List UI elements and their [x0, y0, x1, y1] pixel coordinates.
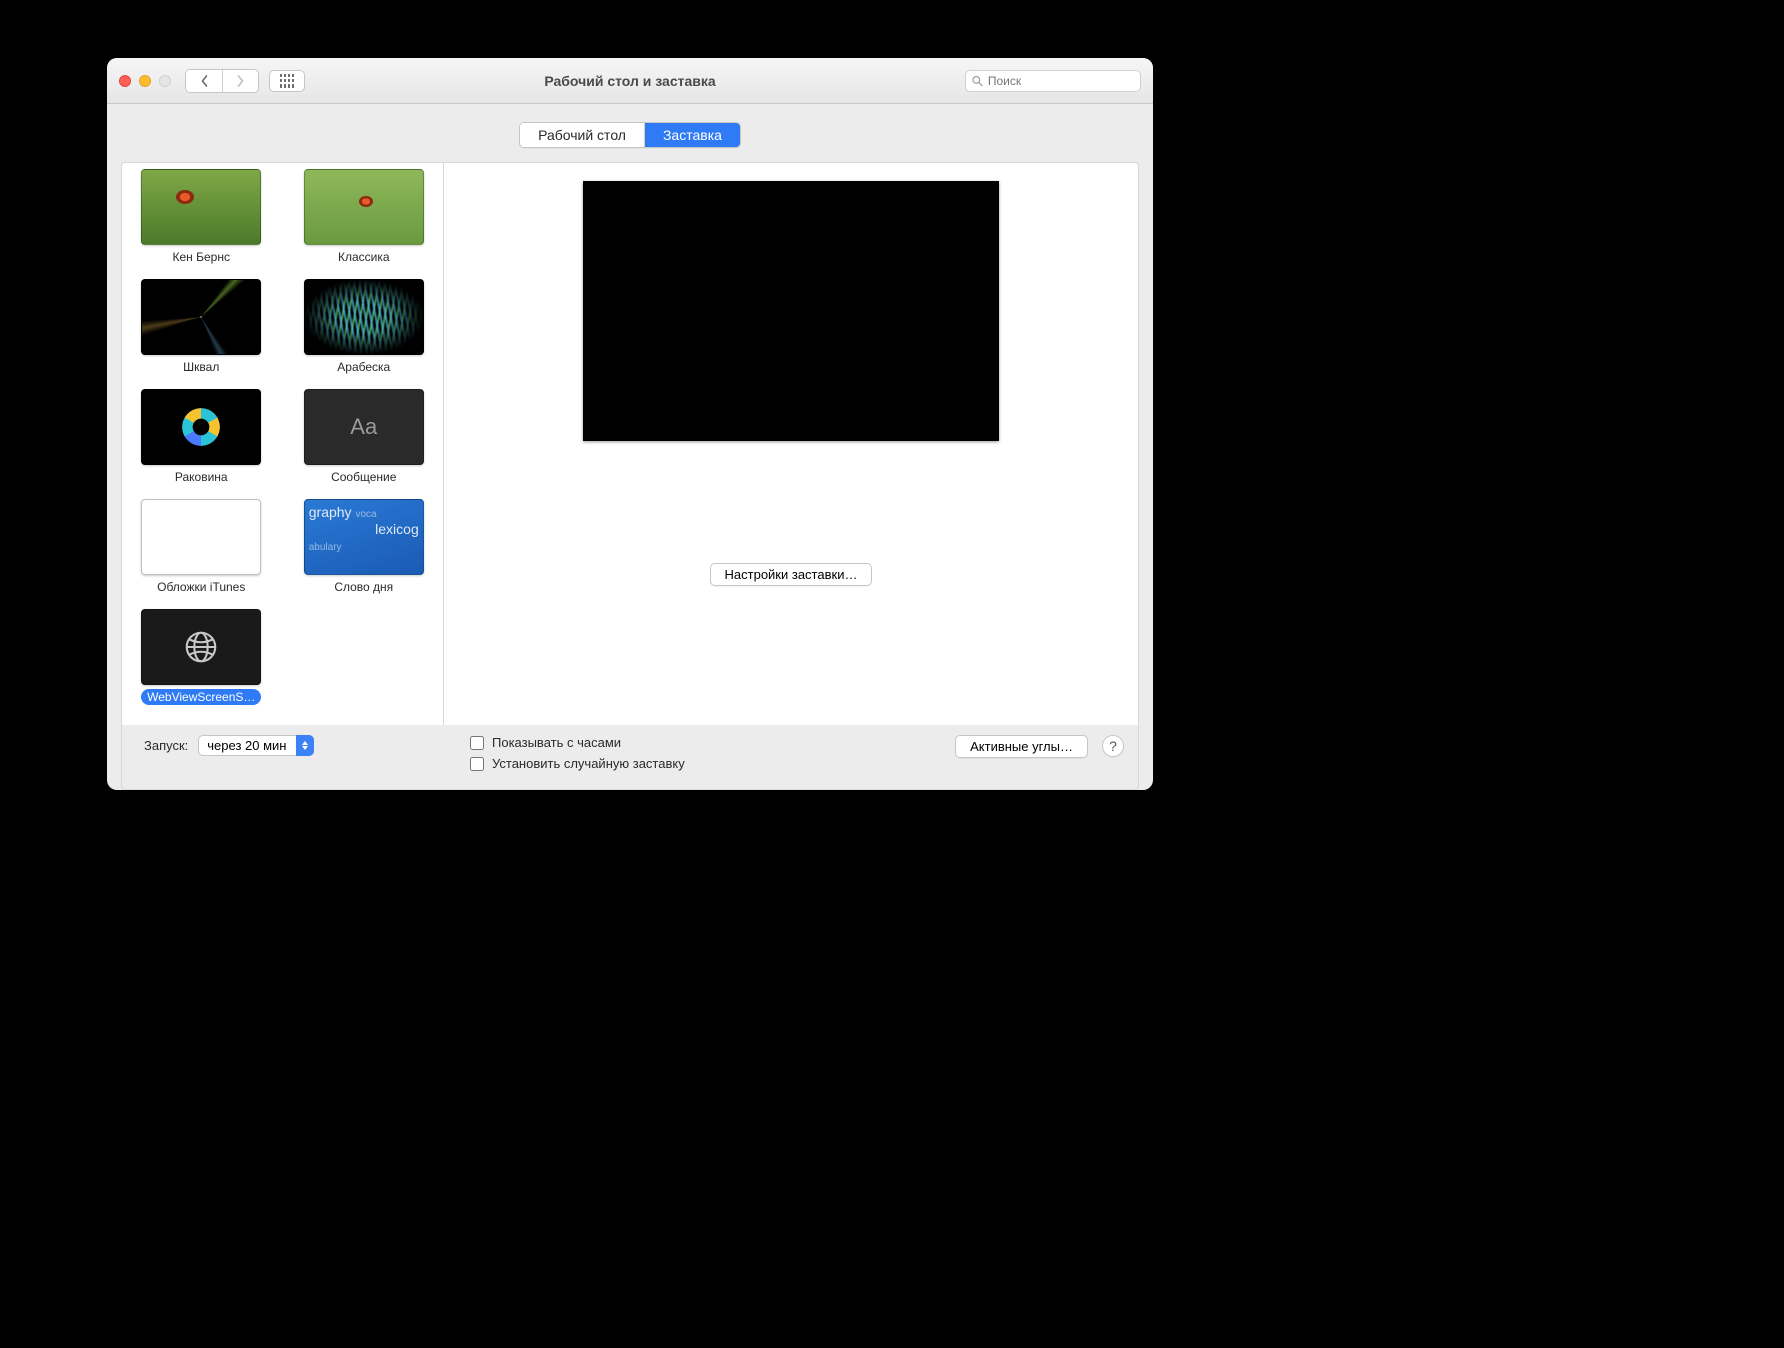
screensaver-list[interactable]: Кен Бернс Классика Шквал Арабеска Раковина Aa…	[122, 163, 444, 725]
saver-item-ken-burns[interactable]: Кен Бернс	[130, 169, 273, 265]
show-clock-checkbox[interactable]	[470, 736, 484, 750]
tab-desktop[interactable]: Рабочий стол	[520, 123, 644, 147]
zoom-button	[159, 75, 171, 87]
saver-item-itunes-artwork[interactable]: Обложки iTunes	[130, 499, 273, 595]
saver-label: Кен Бернс	[167, 249, 236, 265]
preferences-window: Рабочий стол и заставка Рабочий стол Зас…	[107, 58, 1153, 790]
saver-thumbnail	[141, 499, 261, 575]
search-field[interactable]	[965, 70, 1141, 92]
saver-item-word-of-day[interactable]: graphy voca lexicogabulary Слово дня	[293, 499, 436, 595]
saver-thumbnail: Aa	[304, 389, 424, 465]
saver-thumbnail	[304, 169, 424, 245]
minimize-button[interactable]	[139, 75, 151, 87]
saver-item-arabesque[interactable]: Арабеска	[293, 279, 436, 375]
show-clock-row[interactable]: Показывать с часами	[470, 735, 947, 750]
screensaver-preview	[583, 181, 999, 441]
help-button[interactable]: ?	[1102, 735, 1124, 757]
start-after-dropdown[interactable]: через 20 мин	[198, 735, 314, 756]
nav-segmented	[185, 69, 259, 93]
saver-thumbnail	[304, 279, 424, 355]
saver-label: Слово дня	[328, 579, 399, 595]
saver-thumbnail	[141, 169, 261, 245]
saver-label: Арабеска	[331, 359, 396, 375]
footer-controls: Запуск: через 20 мин Показывать с часами…	[122, 725, 1138, 789]
search-input[interactable]	[988, 74, 1134, 88]
saver-label: WebViewScreenS…	[141, 689, 261, 705]
chevron-right-icon	[236, 75, 245, 87]
saver-label: Шквал	[177, 359, 225, 375]
saver-label: Классика	[332, 249, 396, 265]
grid-icon	[280, 74, 294, 88]
titlebar: Рабочий стол и заставка	[107, 58, 1153, 104]
saver-thumbnail	[141, 279, 261, 355]
hot-corners-button[interactable]: Активные углы…	[955, 735, 1088, 758]
show-clock-label: Показывать с часами	[492, 735, 621, 750]
show-all-button[interactable]	[269, 70, 305, 92]
random-saver-row[interactable]: Установить случайную заставку	[470, 756, 947, 771]
saver-label: Раковина	[169, 469, 234, 485]
forward-button[interactable]	[222, 70, 258, 92]
window-controls	[119, 75, 171, 87]
saver-item-shell[interactable]: Раковина	[130, 389, 273, 485]
tab-bar: Рабочий стол Заставка	[107, 122, 1153, 148]
close-button[interactable]	[119, 75, 131, 87]
chevron-left-icon	[200, 75, 209, 87]
screensaver-options-button[interactable]: Настройки заставки…	[710, 563, 873, 586]
saver-thumbnail	[141, 609, 261, 685]
random-saver-label: Установить случайную заставку	[492, 756, 685, 771]
saver-thumbnail: graphy voca lexicogabulary	[304, 499, 424, 575]
saver-item-webview[interactable]: WebViewScreenS…	[130, 609, 273, 705]
search-icon	[972, 75, 983, 87]
saver-item-shkval[interactable]: Шквал	[130, 279, 273, 375]
preview-pane: Настройки заставки…	[444, 163, 1138, 725]
saver-label: Обложки iTunes	[151, 579, 251, 595]
window-title: Рабочий стол и заставка	[544, 73, 715, 89]
saver-item-message[interactable]: Aa Сообщение	[293, 389, 436, 485]
content-frame: Кен Бернс Классика Шквал Арабеска Раковина Aa…	[121, 162, 1139, 790]
saver-item-classic[interactable]: Классика	[293, 169, 436, 265]
back-button[interactable]	[186, 70, 222, 92]
saver-label: Сообщение	[325, 469, 402, 485]
start-after-label: Запуск:	[144, 738, 188, 753]
random-saver-checkbox[interactable]	[470, 757, 484, 771]
tab-screensaver[interactable]: Заставка	[644, 123, 740, 147]
saver-thumbnail	[141, 389, 261, 465]
start-after-select[interactable]: через 20 мин	[198, 735, 314, 756]
